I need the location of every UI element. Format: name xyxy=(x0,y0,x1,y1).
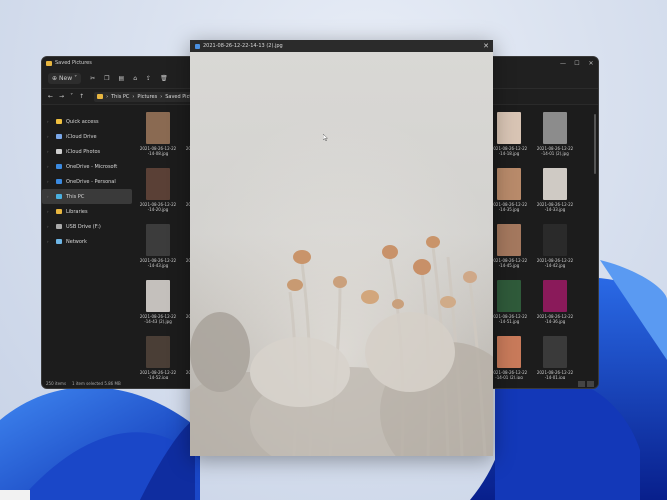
nav-item-libraries[interactable]: › Libraries xyxy=(42,204,132,219)
star-icon xyxy=(56,119,62,124)
file-thumbnail[interactable]: 2021-08-26-12-22 -14-01 (2).jpg xyxy=(535,112,575,156)
breadcrumb-this-pc[interactable]: This PC xyxy=(111,94,129,100)
forward-arrow-icon[interactable]: → xyxy=(59,93,64,100)
maximize-button[interactable]: ☐ xyxy=(570,60,584,67)
file-thumbnail[interactable]: 2021-08-26-12-22 -14-35.jpg xyxy=(489,168,529,212)
large-icons-view-icon[interactable] xyxy=(587,381,594,387)
nav-label: OneDrive - Microsoft xyxy=(66,163,118,170)
vertical-scrollbar[interactable] xyxy=(594,114,596,174)
file-name: 2021-08-26-12-22 -14-43.jpg xyxy=(139,258,177,268)
breadcrumb-pictures[interactable]: Pictures xyxy=(137,94,157,100)
up-arrow-icon[interactable]: ↑ xyxy=(79,93,84,100)
file-thumbnail[interactable]: 2021-08-26-12-22 -14-33.jpg xyxy=(535,168,575,212)
nav-item-usb-drive[interactable]: › USB Drive (F:) xyxy=(42,219,132,234)
close-button[interactable]: ✕ xyxy=(479,42,493,50)
paste-icon[interactable]: ▤ xyxy=(119,75,125,82)
file-name: 2021-08-26-12-22 -14-01 (2).jpg xyxy=(536,146,574,156)
mouse-cursor xyxy=(323,134,328,141)
viewer-title-bar[interactable]: 2021-08-26-12-22-14-13 (2).jpg ✕ xyxy=(190,40,493,52)
nav-item-quick-access[interactable]: › Quick access xyxy=(42,114,132,129)
nav-label: iCloud Drive xyxy=(66,133,97,140)
nav-item-icloud-photos[interactable]: › iCloud Photos xyxy=(42,144,132,159)
nav-label: This PC xyxy=(66,193,85,200)
folder-icon xyxy=(46,60,52,66)
cloud-icon xyxy=(56,134,62,139)
selection-info: 1 item selected 5.86 MB xyxy=(72,381,121,386)
close-button[interactable]: ✕ xyxy=(584,60,598,67)
nav-item-icloud-drive[interactable]: › iCloud Drive xyxy=(42,129,132,144)
rename-icon[interactable]: ⌂ xyxy=(133,75,137,82)
onedrive-icon xyxy=(56,164,62,169)
network-icon xyxy=(56,239,62,244)
file-name: 2021-08-26-12-22 -14-20.jpg xyxy=(139,202,177,212)
file-name: 2021-08-26-12-22 -14-35.jpg xyxy=(490,202,528,212)
file-thumbnail[interactable]: 2021-08-26-12-22 -14-20.jpg xyxy=(138,168,178,212)
file-thumbnail[interactable]: 2021-08-26-12-22 -14-43 (2).jpg xyxy=(138,280,178,324)
plus-icon: ⊕ xyxy=(52,75,58,82)
file-thumbnail[interactable]: 2021-08-26-12-22 -14-42.jpg xyxy=(535,224,575,268)
nav-item-this-pc[interactable]: › This PC xyxy=(42,189,132,204)
taskbar-fragment xyxy=(0,490,30,500)
folder-icon xyxy=(56,209,62,214)
file-thumbnail[interactable]: 2021-08-26-12-22 -14-45.jpg xyxy=(489,224,529,268)
photo-viewer-window[interactable]: 2021-08-26-12-22-14-13 (2).jpg ✕ xyxy=(190,40,493,456)
new-label: New xyxy=(59,75,73,82)
copy-icon[interactable]: ❐ xyxy=(104,75,109,82)
onedrive-icon xyxy=(56,179,62,184)
file-name: 2021-08-26-12-22 -14-42.jpg xyxy=(536,258,574,268)
item-count: 250 items xyxy=(46,381,67,386)
photo-frosted-plants[interactable] xyxy=(190,52,493,456)
file-name: 2021-08-26-12-22 -14-43 (2).jpg xyxy=(139,314,177,324)
file-thumbnail[interactable]: 2021-08-26-12-22 -14-01.jpg xyxy=(535,336,575,380)
share-icon[interactable]: ⇪ xyxy=(146,75,151,82)
folder-icon xyxy=(97,94,104,99)
nav-label: OneDrive - Personal xyxy=(66,178,116,185)
minimize-button[interactable]: — xyxy=(556,60,570,67)
navigation-pane: › Quick access › iCloud Drive › iCloud Phot… xyxy=(42,106,132,380)
file-name: 2021-08-26-12-22 -14-51.jpg xyxy=(490,314,528,324)
file-thumbnail[interactable]: 2021-08-26-12-22 -14-36.jpg xyxy=(535,280,575,324)
breadcrumb-sep: › xyxy=(132,93,135,100)
address-bar[interactable]: › This PC › Pictures › Saved Pictures xyxy=(94,91,205,102)
photo-app-icon xyxy=(195,43,200,49)
new-button[interactable]: ⊕ New ˅ xyxy=(48,73,82,84)
file-thumbnail[interactable]: 2021-08-26-12-22 -14-08.jpg xyxy=(138,112,178,156)
file-thumbnail[interactable]: 2021-08-26-12-22 -14-43.jpg xyxy=(138,224,178,268)
nav-item-network[interactable]: › Network xyxy=(42,234,132,249)
breadcrumb-sep: › xyxy=(160,93,163,100)
file-name: 2021-08-26-12-22 -14-36.jpg xyxy=(536,314,574,324)
usb-icon xyxy=(56,224,62,229)
photo-image xyxy=(190,52,493,456)
explorer-title: Saved Pictures xyxy=(55,60,92,66)
nav-label: USB Drive (F:) xyxy=(66,223,101,230)
file-thumbnail[interactable]: 2021-08-26-12-22 -14-18.jpg xyxy=(489,112,529,156)
nav-label: Libraries xyxy=(66,208,88,215)
delete-icon[interactable]: 🗑 xyxy=(160,75,168,82)
recent-chevron-icon[interactable]: ˅ xyxy=(70,93,73,100)
chevron-down-icon: ˅ xyxy=(74,75,78,82)
nav-item-onedrive-microsoft[interactable]: › OneDrive - Microsoft xyxy=(42,159,132,174)
file-name: 2021-08-26-12-22 -14-33.jpg xyxy=(536,202,574,212)
photos-icon xyxy=(56,149,62,154)
nav-label: Quick access xyxy=(66,118,99,125)
cut-icon[interactable]: ✂ xyxy=(90,75,95,82)
nav-label: iCloud Photos xyxy=(66,148,101,155)
pc-icon xyxy=(56,194,62,199)
nav-label: Network xyxy=(66,238,87,245)
thumbnail-grid-right: 2021-08-26-12-22 -14-18.jpg 2021-08-26-1… xyxy=(489,112,575,380)
file-thumbnail[interactable]: 2021-08-26-12-22 -14-01 (2).jpg xyxy=(489,336,529,380)
file-thumbnail[interactable]: 2021-08-26-12-22 -14-52.jpg xyxy=(138,336,178,380)
file-name: 2021-08-26-12-22 -14-08.jpg xyxy=(139,146,177,156)
nav-item-onedrive-personal[interactable]: › OneDrive - Personal xyxy=(42,174,132,189)
file-thumbnail[interactable]: 2021-08-26-12-22 -14-51.jpg xyxy=(489,280,529,324)
file-name: 2021-08-26-12-22 -14-45.jpg xyxy=(490,258,528,268)
file-name: 2021-08-26-12-22 -14-18.jpg xyxy=(490,146,528,156)
back-arrow-icon[interactable]: ← xyxy=(48,93,53,100)
details-view-icon[interactable] xyxy=(578,381,585,387)
breadcrumb-sep: › xyxy=(106,93,109,100)
viewer-title: 2021-08-26-12-22-14-13 (2).jpg xyxy=(203,43,283,49)
